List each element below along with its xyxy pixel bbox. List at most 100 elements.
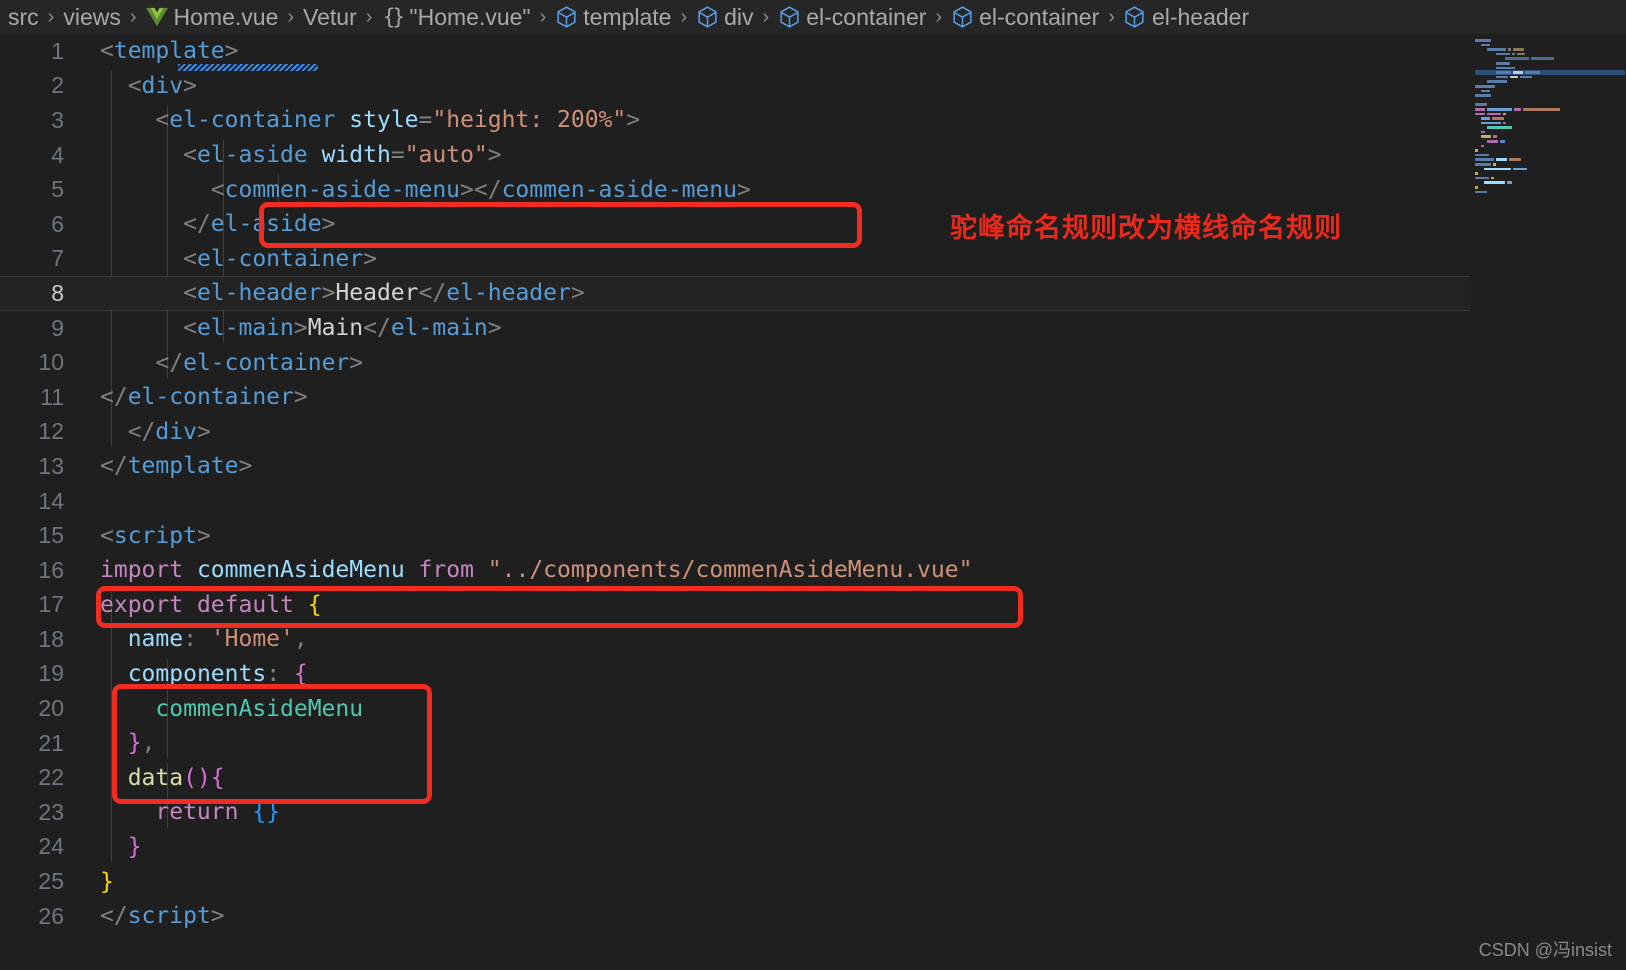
cube-icon	[1124, 6, 1146, 28]
minimap-token	[1513, 107, 1522, 111]
code-line[interactable]: 9 <el-main>Main</el-main>	[0, 311, 1470, 346]
cube-icon	[696, 6, 718, 28]
token: >	[349, 349, 364, 376]
minimap-token	[1524, 71, 1540, 74]
breadcrumb-item-vetur[interactable]: Vetur	[303, 0, 357, 34]
token: <	[100, 107, 170, 134]
code-line[interactable]: 20 commenAsideMenu	[0, 691, 1470, 726]
code-area[interactable]: 1 <template> 2 <div> 3 <el-container style=…	[0, 34, 1470, 970]
breadcrumb-item-div[interactable]: div	[696, 0, 754, 34]
cube-icon	[951, 6, 973, 28]
code-line[interactable]: 19 components: {	[0, 657, 1470, 692]
token: >	[736, 176, 751, 203]
line-number: 18	[38, 625, 64, 652]
code-line[interactable]: 17 export default {	[0, 588, 1470, 623]
minimap-line	[1475, 190, 1625, 195]
minimap-token	[1475, 94, 1492, 97]
code-line[interactable]: 22 data(){	[0, 760, 1470, 795]
token: </	[100, 903, 128, 930]
minimap-token	[1475, 107, 1485, 111]
token: el-main	[390, 315, 488, 342]
token: "height: 200%"	[432, 107, 627, 134]
breadcrumb-item-template[interactable]: template	[555, 0, 671, 34]
breadcrumb-item-views[interactable]: views	[63, 0, 121, 34]
code-text: </el-container>	[78, 350, 1470, 376]
minimap-token	[1475, 149, 1479, 152]
breadcrumb-separator: ›	[365, 5, 373, 28]
code-line[interactable]: 18 name: 'Home',	[0, 622, 1470, 657]
code-line[interactable]: 5 <commen-aside-menu></commen-aside-menu…	[0, 172, 1470, 207]
code-line[interactable]: 23 return {}	[0, 795, 1470, 830]
token: >	[238, 453, 253, 480]
token: {	[210, 764, 225, 791]
token: >	[293, 315, 308, 342]
minimap-token	[1508, 158, 1522, 162]
minimap-token	[1502, 121, 1506, 125]
code-text: </template>	[78, 453, 1470, 479]
token: }	[100, 868, 114, 895]
breadcrumb-item-label: "Home.vue"	[409, 4, 531, 30]
minimap-token	[1495, 158, 1507, 162]
code-lines[interactable]: 1 <template> 2 <div> 3 <el-container style=…	[0, 34, 1470, 933]
breadcrumb-item-el-container[interactable]: el-container	[778, 0, 926, 34]
code-line[interactable]: 21 },	[0, 726, 1470, 761]
code-line[interactable]: 16 import commenAsideMenu from "../compon…	[0, 553, 1470, 588]
token: ,	[141, 730, 156, 757]
breadcrumb-item-label: Vetur	[303, 4, 357, 30]
breadcrumb-item-src[interactable]: src	[8, 0, 39, 34]
token: ()	[183, 764, 211, 791]
code-line[interactable]: 15 <script>	[0, 518, 1470, 553]
minimap-token	[1500, 140, 1506, 143]
line-number: 7	[51, 245, 64, 272]
minimap-token	[1481, 117, 1490, 120]
line-number: 8	[0, 279, 78, 307]
code-text: components: {	[78, 661, 1470, 687]
token: el-container	[127, 384, 294, 411]
breadcrumb-item-el-container[interactable]: el-container	[951, 0, 1099, 34]
editor-pane: 1 <template> 2 <div> 3 <el-container style=…	[0, 34, 1626, 970]
breadcrumb-item-el-header[interactable]: el-header	[1124, 0, 1249, 34]
code-line[interactable]: 11 </el-container>	[0, 380, 1470, 415]
code-text: }	[78, 834, 1470, 860]
code-line[interactable]: 14	[0, 484, 1470, 519]
code-line[interactable]: 7 <el-container>	[0, 242, 1470, 277]
code-text: name: 'Home',	[78, 626, 1470, 652]
code-line[interactable]: 10 </el-container>	[0, 345, 1470, 380]
breadcrumb-item-label: div	[724, 4, 754, 30]
code-line[interactable]: 1 <template>	[0, 34, 1470, 72]
token: <	[100, 72, 142, 99]
code-line[interactable]: 13 </template>	[0, 449, 1470, 484]
line-number: 9	[51, 314, 64, 341]
breadcrumb-item-homevue[interactable]: Home.vue	[145, 0, 278, 34]
code-line[interactable]: 24 }	[0, 830, 1470, 865]
token: from	[418, 557, 474, 584]
minimap-token	[1484, 167, 1512, 171]
breadcrumb-separator: ›	[129, 5, 137, 28]
minimap-token	[1505, 57, 1529, 60]
minimap-token	[1475, 176, 1489, 180]
minimap-token	[1496, 52, 1510, 56]
code-text: },	[78, 730, 1470, 756]
line-number: 23	[38, 798, 64, 825]
code-line[interactable]: 3 <el-container style="height: 200%">	[0, 103, 1470, 138]
token: }	[127, 833, 142, 860]
code-line[interactable]: 2 <div>	[0, 69, 1470, 104]
token: {	[293, 660, 308, 687]
minimap-token	[1493, 163, 1497, 166]
line-number: 20	[38, 695, 64, 722]
code-line[interactable]: 8 <el-header>Header</el-header>	[0, 276, 1470, 311]
token: name	[127, 626, 184, 653]
code-line[interactable]: 12 </div>	[0, 415, 1470, 450]
code-text: <commen-aside-menu></commen-aside-menu>	[78, 177, 1470, 203]
breadcrumb-separator: ›	[762, 5, 770, 28]
breadcrumb-item-homevue[interactable]: {} "Home.vue"	[381, 0, 531, 34]
token: >	[321, 280, 336, 307]
minimap-token	[1475, 190, 1488, 194]
code-line[interactable]: 4 <el-aside width="auto">	[0, 138, 1470, 173]
code-line[interactable]: 25}	[0, 864, 1470, 899]
minimap[interactable]	[1470, 34, 1626, 970]
code-line[interactable]: 26 </script>	[0, 899, 1470, 934]
